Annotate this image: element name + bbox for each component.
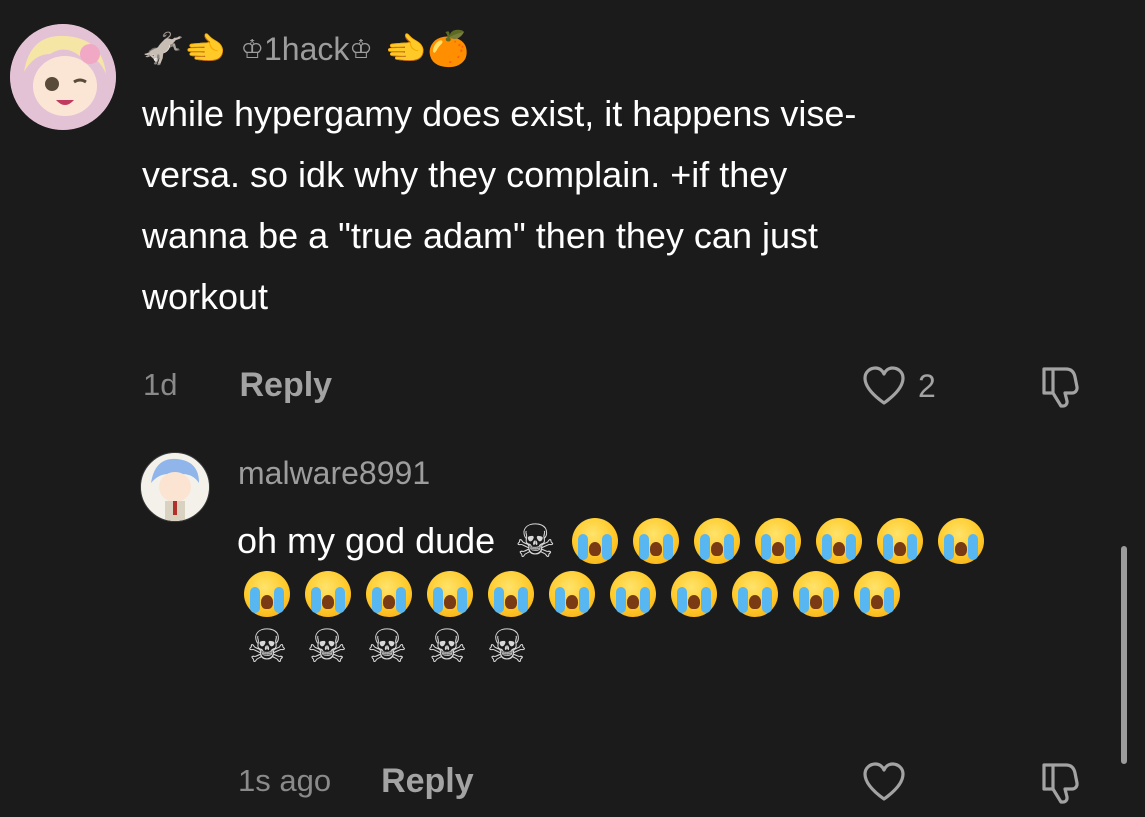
avatar[interactable]	[140, 452, 210, 522]
reply-button[interactable]: Reply	[239, 366, 332, 405]
crying-face-emoji-icon	[938, 517, 985, 564]
username[interactable]: malware8991	[238, 455, 430, 492]
comment-header: 🫏🫲 ♔ 1hack ♔ 🫲🍊	[142, 26, 469, 72]
skull-emoji-icon: ☠	[306, 620, 348, 672]
comment-text: while hypergamy does exist, it happens v…	[142, 93, 857, 317]
scrollbar[interactable]	[1121, 546, 1127, 764]
skull-emoji-icon: ☠	[514, 514, 556, 567]
comment-timestamp: 1s ago	[238, 763, 332, 798]
crying-face-emoji-icon	[633, 517, 680, 564]
comment-meta: 1s ago Reply	[238, 758, 474, 804]
comment-timestamp: 1d	[143, 367, 178, 402]
crying-face-emoji-icon	[610, 571, 656, 617]
comment-text-prefix: oh my god dude	[237, 520, 496, 561]
comment-header: malware8991	[238, 452, 430, 494]
crying-face-emoji-icon	[877, 517, 924, 564]
crying-face-emoji-icon	[244, 571, 290, 617]
avatar-anime-character-icon	[141, 453, 209, 521]
dislike-button[interactable]	[1040, 362, 1086, 410]
heart-icon	[863, 366, 905, 405]
crying-face-emoji-icon	[427, 571, 473, 617]
crown-icon: ♔	[240, 33, 264, 64]
comment-meta: 1d Reply	[143, 362, 332, 408]
crying-face-emoji-icon	[793, 571, 839, 617]
crying-face-emoji-icon	[755, 517, 802, 564]
crying-face-emoji-icon	[694, 517, 741, 564]
crying-face-emoji-icon	[488, 571, 534, 617]
crying-face-emoji-icon	[305, 571, 351, 617]
crying-face-emoji-icon	[366, 571, 412, 617]
avatar-anime-character-icon	[10, 24, 116, 130]
username[interactable]: 1hack	[264, 31, 349, 68]
donkey-hand-emoji-icon: 🫏🫲	[142, 29, 227, 69]
like-count: 2	[918, 367, 936, 404]
crying-face-emoji-icon	[854, 571, 900, 617]
skull-emoji-icon: ☠	[246, 620, 288, 672]
skull-emoji-icon: ☠	[486, 620, 528, 672]
like-button[interactable]: 2	[862, 364, 936, 408]
skull-emoji-icon: ☠	[426, 620, 468, 672]
dislike-button[interactable]	[1040, 758, 1086, 806]
comment-text: oh my god dude ☠ ☠ ☠ ☠ ☠ ☠	[237, 510, 1097, 675]
crown-icon: ♔	[349, 33, 373, 64]
crying-face-emoji-icon	[816, 517, 863, 564]
thumbs-down-icon	[1042, 367, 1079, 408]
crying-face-emoji-icon	[671, 571, 717, 617]
like-button[interactable]	[862, 760, 906, 804]
avatar[interactable]	[10, 24, 116, 130]
skull-emoji-icon: ☠	[366, 620, 408, 672]
crying-face-emoji-icon	[549, 571, 595, 617]
crying-face-emoji-icon	[732, 571, 778, 617]
crying-face-emoji-icon	[572, 517, 619, 564]
heart-icon	[863, 762, 905, 801]
thumbs-down-icon	[1042, 763, 1079, 804]
reply-button[interactable]: Reply	[381, 762, 474, 801]
hand-orange-emoji-icon: 🫲🍊	[384, 29, 470, 69]
